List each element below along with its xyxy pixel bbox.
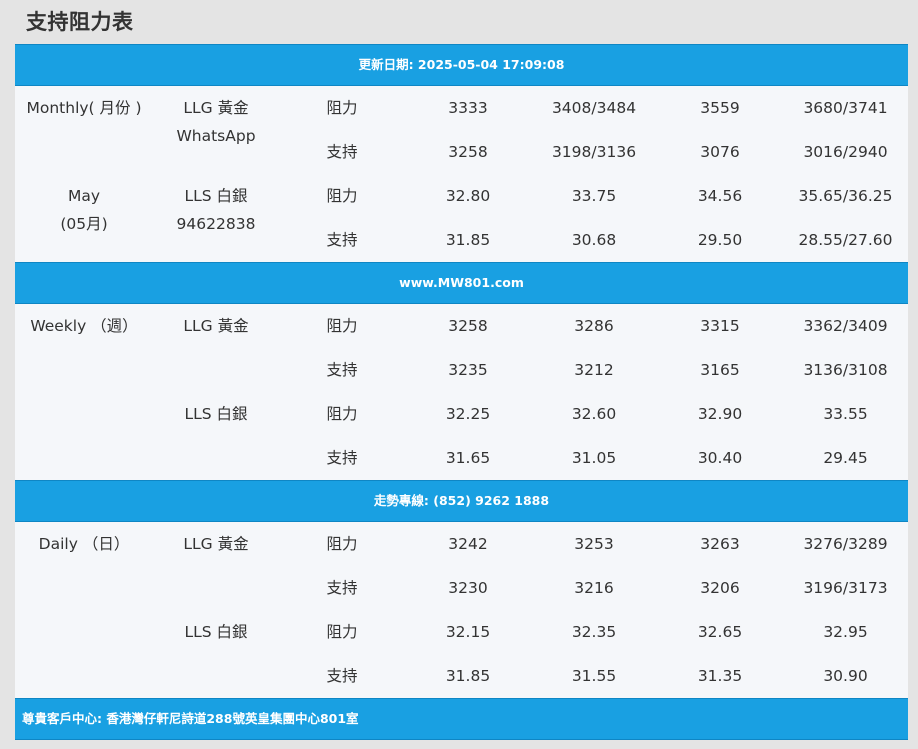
- value-cell: 3198/3136: [551, 143, 637, 161]
- value-cell: 3263: [700, 535, 740, 553]
- value-cell: 34.56: [697, 187, 743, 205]
- value-cell: 31.05: [571, 449, 617, 467]
- row-type-label: 支持: [326, 579, 358, 597]
- value-cell: 32.15: [445, 623, 491, 641]
- support-resistance-table: 更新日期: 2025-05-04 17:09:08 Monthly( 月份 ) …: [15, 44, 908, 740]
- value-cell: 3286: [574, 317, 614, 335]
- row-type-label: 支持: [326, 667, 358, 685]
- weekly-lls-label: LLS 白銀: [184, 405, 248, 423]
- value-cell: 31.85: [445, 667, 491, 685]
- daily-llg-label: LLG 黃金: [183, 535, 249, 553]
- value-cell: 3333: [448, 99, 488, 117]
- row-type-label: 阻力: [326, 405, 358, 423]
- row-type-label: 支持: [326, 143, 358, 161]
- monthly-month-cell: May (05月): [15, 174, 153, 263]
- website-banner-row: www.MW801.com: [15, 262, 908, 304]
- value-cell: 33.75: [571, 187, 617, 205]
- table-row: May (05月) LLS 白銀 94622838 阻力 32.80 33.75…: [15, 174, 908, 233]
- value-cell: 29.50: [697, 231, 743, 249]
- value-cell: 30.68: [571, 231, 617, 249]
- value-cell: 3206: [700, 579, 740, 597]
- value-cell: 31.55: [571, 667, 617, 685]
- update-banner-row: 更新日期: 2025-05-04 17:09:08: [15, 44, 908, 86]
- value-cell: 32.65: [697, 623, 743, 641]
- table-row: Daily （日） LLG 黃金 阻力 3242 3253 3263 3276/…: [15, 522, 908, 567]
- address-banner-row: 尊貴客戶中心: 香港灣仔軒尼詩道288號英皇集團中心801室: [15, 698, 908, 740]
- monthly-month-number: (05月): [60, 215, 108, 233]
- monthly-period-label: Monthly( 月份 ): [15, 86, 153, 175]
- hotline-banner: 走勢專線: (852) 9262 1888: [15, 480, 908, 522]
- monthly-llg-contact: WhatsApp: [176, 127, 256, 145]
- value-cell: 3408/3484: [551, 99, 637, 117]
- value-cell: 3016/2940: [803, 143, 888, 161]
- update-date-banner: 更新日期: 2025-05-04 17:09:08: [15, 44, 908, 86]
- value-cell: 28.55/27.60: [798, 231, 893, 249]
- monthly-month-label: May: [67, 187, 101, 205]
- weekly-llg-label: LLG 黃金: [183, 317, 249, 335]
- value-cell: 31.85: [445, 231, 491, 249]
- table-row: Weekly （週） LLG 黃金 阻力 3258 3286 3315 3362…: [15, 304, 908, 349]
- weekly-period-label: Weekly （週）: [30, 317, 138, 335]
- value-cell: 3315: [700, 317, 740, 335]
- address-banner: 尊貴客戶中心: 香港灣仔軒尼詩道288號英皇集團中心801室: [15, 698, 908, 740]
- value-cell: 32.95: [823, 623, 868, 641]
- value-cell: 32.80: [445, 187, 491, 205]
- value-cell: 33.55: [823, 405, 868, 423]
- value-cell: 31.35: [697, 667, 743, 685]
- value-cell: 31.65: [445, 449, 491, 467]
- value-cell: 3216: [574, 579, 614, 597]
- table-row: Monthly( 月份 ) LLG 黃金 WhatsApp 阻力 3333 34…: [15, 86, 908, 145]
- hotline-banner-row: 走勢專線: (852) 9262 1888: [15, 480, 908, 522]
- monthly-lls-label: LLS 白銀: [184, 187, 248, 205]
- monthly-lls-cell: LLS 白銀 94622838: [153, 174, 279, 263]
- website-banner[interactable]: www.MW801.com: [15, 262, 908, 304]
- daily-lls-label: LLS 白銀: [184, 623, 248, 641]
- value-cell: 3076: [700, 143, 740, 161]
- row-type-label: 阻力: [326, 535, 358, 553]
- value-cell: 35.65/36.25: [798, 187, 893, 205]
- row-type-label: 支持: [326, 449, 358, 467]
- value-cell: 32.60: [571, 405, 617, 423]
- value-cell: 3276/3289: [803, 535, 888, 553]
- monthly-llg-label: LLG 黃金: [183, 99, 249, 117]
- page-title: 支持阻力表: [26, 10, 134, 34]
- value-cell: 3230: [448, 579, 488, 597]
- row-type-label: 阻力: [326, 623, 358, 641]
- daily-period-label: Daily （日）: [38, 535, 130, 553]
- value-cell: 3253: [574, 535, 614, 553]
- value-cell: 3258: [448, 143, 488, 161]
- monthly-lls-contact: 94622838: [176, 215, 256, 233]
- row-type-label: 支持: [326, 231, 358, 249]
- value-cell: 3235: [448, 361, 488, 379]
- row-type-label: 阻力: [326, 99, 358, 117]
- value-cell: 3136/3108: [803, 361, 888, 379]
- value-cell: 30.90: [823, 667, 868, 685]
- row-type-label: 支持: [326, 361, 358, 379]
- value-cell: 32.25: [445, 405, 491, 423]
- value-cell: 3165: [700, 361, 740, 379]
- value-cell: 32.90: [697, 405, 743, 423]
- row-type-label: 阻力: [326, 187, 358, 205]
- row-type-label: 阻力: [326, 317, 358, 335]
- value-cell: 3559: [700, 99, 740, 117]
- value-cell: 3258: [448, 317, 488, 335]
- value-cell: 3242: [448, 535, 488, 553]
- value-cell: 3680/3741: [803, 99, 888, 117]
- value-cell: 32.35: [571, 623, 617, 641]
- value-cell: 29.45: [823, 449, 868, 467]
- monthly-period-text: Monthly( 月份 ): [26, 99, 142, 117]
- value-cell: 3362/3409: [803, 317, 888, 335]
- monthly-llg-cell: LLG 黃金 WhatsApp: [153, 86, 279, 175]
- value-cell: 3196/3173: [803, 579, 888, 597]
- value-cell: 3212: [574, 361, 614, 379]
- value-cell: 30.40: [697, 449, 743, 467]
